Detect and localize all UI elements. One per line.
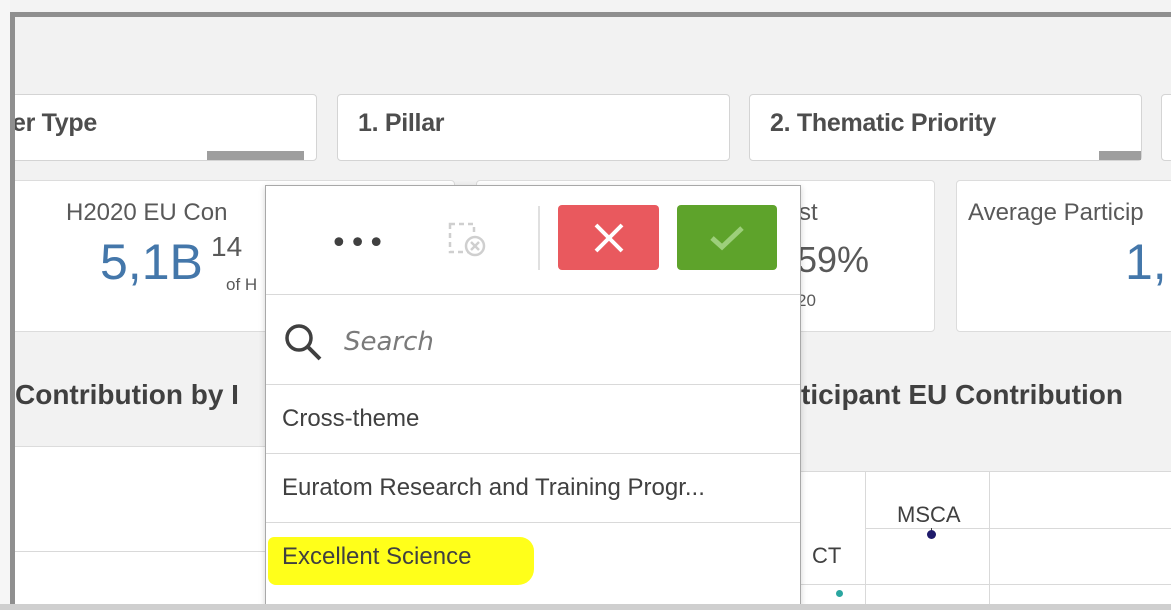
panel-title-participant-contribution: ticipant EU Contribution xyxy=(801,379,1123,410)
filter-label: er Type xyxy=(15,109,97,137)
filter-scrollbar[interactable] xyxy=(1099,151,1141,160)
clear-selection-icon xyxy=(448,222,486,257)
filter-next[interactable] xyxy=(1161,94,1171,161)
search-row[interactable] xyxy=(266,294,800,385)
scatter-label-msca: MSCA xyxy=(897,502,961,527)
list-item[interactable]: Excellent Science xyxy=(266,522,800,591)
selection-popup: ••• Search Cross-theme Euratom Research … xyxy=(265,185,801,610)
left-chart-area xyxy=(15,446,265,604)
search-input[interactable] xyxy=(342,321,766,363)
list-item-label: Cross-theme xyxy=(282,405,420,432)
cancel-selection-button[interactable] xyxy=(558,205,659,270)
gridline-h xyxy=(800,584,1171,585)
window-shadow-bottom xyxy=(0,604,1171,610)
filter-thematic-priority[interactable]: 2. Thematic Priority xyxy=(749,94,1142,161)
app-window: er Type 1. Pillar 2. Thematic Priority H… xyxy=(0,0,1171,610)
confirm-selection-button[interactable] xyxy=(677,205,777,270)
filter-partner-type[interactable]: er Type xyxy=(15,94,317,161)
kpi-average-participant: Average Particip 1, xyxy=(956,180,1171,332)
list-item-label: Euratom Research and Training Progr... xyxy=(282,474,705,501)
scatter-label-ict: CT xyxy=(812,543,842,568)
toolbar-divider xyxy=(538,206,540,270)
search-icon xyxy=(285,324,322,361)
filter-scrollbar[interactable] xyxy=(207,151,304,160)
window-shadow-left xyxy=(0,0,10,610)
close-icon xyxy=(594,223,623,252)
list-item-label: Excellent Science xyxy=(282,543,472,570)
gridline-h xyxy=(865,528,1171,529)
panel-title-contribution: Contribution by I xyxy=(15,379,239,410)
clear-selection-button[interactable] xyxy=(448,220,490,260)
kpi-value: 59% xyxy=(797,239,870,280)
scatter-point-msca[interactable] xyxy=(927,530,936,539)
scatter-chart-area: MSCA CT xyxy=(800,471,1171,604)
kpi-title: Average Particip xyxy=(968,199,1144,226)
list-item[interactable]: Cross-theme xyxy=(266,384,800,453)
kpi-title: H2020 EU Con xyxy=(66,199,228,226)
list-item[interactable]: Euratom Research and Training Progr... xyxy=(266,453,800,522)
kpi-value: 5,1B xyxy=(100,234,203,290)
kpi-title: st xyxy=(799,199,818,226)
gridline xyxy=(15,551,265,552)
checkmark-icon xyxy=(710,225,744,250)
more-options-button[interactable]: ••• xyxy=(330,226,386,261)
filter-label: 2. Thematic Priority xyxy=(770,109,997,137)
kpi-subtext: of H xyxy=(226,275,258,294)
scatter-point-ict[interactable] xyxy=(836,590,843,597)
kpi-superscript: 14 xyxy=(211,231,243,262)
filter-label: 1. Pillar xyxy=(358,109,445,137)
filter-pillar[interactable]: 1. Pillar xyxy=(337,94,730,161)
kpi-value: 1, xyxy=(1125,234,1167,290)
